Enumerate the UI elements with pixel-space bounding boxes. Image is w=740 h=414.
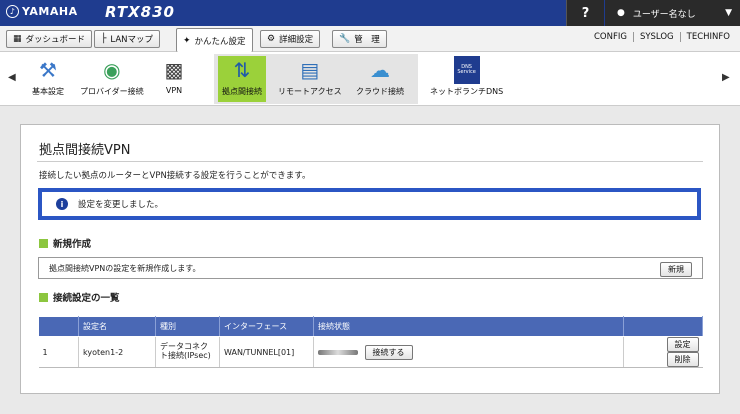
col-name: 設定名	[78, 316, 156, 337]
nav-easy-setup-button[interactable]: ✦ かんたん設定	[176, 28, 253, 52]
model-name: RTX830	[105, 3, 175, 21]
wizard-icon: ✦	[183, 35, 191, 46]
user-menu[interactable]: ● ユーザー名なし ▼	[605, 0, 740, 26]
new-button[interactable]: 新規	[660, 262, 692, 277]
row-interface: WAN/TUNNEL[01]	[219, 336, 314, 368]
config-link[interactable]: CONFIG	[588, 32, 633, 42]
brand-name: YAMAHA	[22, 5, 78, 18]
scroll-right-icon[interactable]: ▶	[722, 72, 730, 83]
section-new: 新規作成	[39, 236, 91, 250]
main-panel: 拠点間接続VPN 接続したい拠点のルーターとVPN接続する設定を行うことができま…	[20, 124, 720, 394]
tile-provider[interactable]: ◉ プロバイダー接続	[80, 56, 144, 104]
info-icon: i	[56, 198, 68, 210]
page-title: 拠点間接続VPN	[39, 143, 131, 158]
yamaha-logo: ♪ YAMAHA	[6, 5, 78, 18]
page-description: 接続したい拠点のルーターとVPN接続する設定を行うことができます。	[39, 171, 311, 181]
edit-button[interactable]: 設定	[666, 337, 699, 352]
scroll-left-icon[interactable]: ◀	[8, 72, 16, 83]
cloud-icon: ☁	[370, 58, 390, 82]
col-type: 種別	[155, 316, 220, 337]
table-header: 設定名 種別 インターフェース 接続状態	[38, 316, 703, 337]
site-to-site-icon: ⇅	[233, 58, 251, 82]
section-marker	[39, 238, 48, 248]
tools-icon: ⚒	[39, 58, 57, 82]
tile-basic-settings[interactable]: ⚒ 基本設定	[32, 56, 64, 104]
connection-table: 設定名 種別 インターフェース 接続状態 1 kyoten1-2 データコネクト…	[38, 316, 703, 368]
col-actions	[623, 316, 703, 337]
connect-button[interactable]: 接続する	[364, 344, 413, 360]
status-notice: i 設定を変更しました。	[38, 188, 701, 220]
title-divider	[37, 161, 703, 162]
row-actions: 設定 削除	[623, 336, 703, 368]
globe-icon: ◉	[103, 58, 121, 82]
tile-vpn[interactable]: ▩ VPN	[160, 56, 188, 104]
connection-status-indicator	[318, 349, 358, 355]
section-marker	[39, 292, 48, 302]
tile-site-to-site[interactable]: ⇅ 拠点間接続	[218, 56, 266, 102]
tuning-fork-icon: ♪	[6, 5, 19, 18]
tile-netvolante-dns[interactable]: DNS Service ネットボランチDNS	[430, 56, 503, 104]
nav-advanced-button[interactable]: ⚙ 詳細設定	[260, 30, 321, 48]
row-name: kyoten1-2	[78, 336, 156, 368]
nav-lan-map-button[interactable]: ├ LANマップ	[94, 30, 161, 48]
col-interface: インターフェース	[219, 316, 314, 337]
dns-service-icon: DNS Service	[453, 56, 480, 84]
chevron-down-icon: ▼	[725, 8, 732, 18]
main-nav: ▦ ダッシュボード ├ LANマップ ✦ かんたん設定 ⚙ 詳細設定 🔧 管 理…	[0, 26, 740, 52]
top-links: CONFIG SYSLOG TECHINFO	[588, 32, 736, 42]
dashboard-icon: ▦	[13, 34, 22, 44]
gear-icon: ⚙	[267, 34, 276, 44]
tile-cloud[interactable]: ☁ クラウド接続	[356, 56, 404, 104]
user-icon: ●	[617, 8, 625, 18]
tile-remote-access[interactable]: ▤ リモートアクセス	[278, 56, 342, 104]
help-button[interactable]: ?	[566, 0, 604, 26]
section-list: 接続設定の一覧	[39, 290, 120, 304]
new-settings-box: 拠点間接続VPNの設定を新規作成します。 新規	[38, 257, 703, 279]
syslog-link[interactable]: SYSLOG	[632, 32, 680, 42]
nav-management-button[interactable]: 🔧 管 理	[332, 30, 387, 48]
setup-menu: ◀ ⚒ 基本設定 ◉ プロバイダー接続 ▩ VPN ⇅ 拠点間接続 ▤ リモート…	[0, 52, 740, 106]
delete-button[interactable]: 削除	[666, 352, 699, 367]
notice-text: 設定を変更しました。	[78, 200, 164, 210]
row-type: データコネクト接続(IPsec)	[155, 336, 220, 368]
col-no	[38, 316, 79, 337]
user-name: ユーザー名なし	[632, 9, 696, 20]
vpn-lock-icon: ▩	[164, 58, 184, 82]
row-status: 接続する	[313, 336, 624, 368]
techinfo-link[interactable]: TECHINFO	[679, 32, 736, 42]
lan-map-icon: ├	[101, 34, 107, 44]
wrench-icon: 🔧	[339, 34, 351, 44]
table-row: 1 kyoten1-2 データコネクト接続(IPsec) WAN/TUNNEL[…	[38, 336, 703, 368]
row-no: 1	[38, 336, 79, 368]
new-settings-text: 拠点間接続VPNの設定を新規作成します。	[49, 263, 201, 273]
nav-dashboard-button[interactable]: ▦ ダッシュボード	[6, 30, 93, 48]
col-status: 接続状態	[313, 316, 624, 337]
remote-access-icon: ▤	[300, 58, 320, 82]
top-bar: ♪ YAMAHA RTX830 ? ● ユーザー名なし ▼	[0, 0, 740, 26]
